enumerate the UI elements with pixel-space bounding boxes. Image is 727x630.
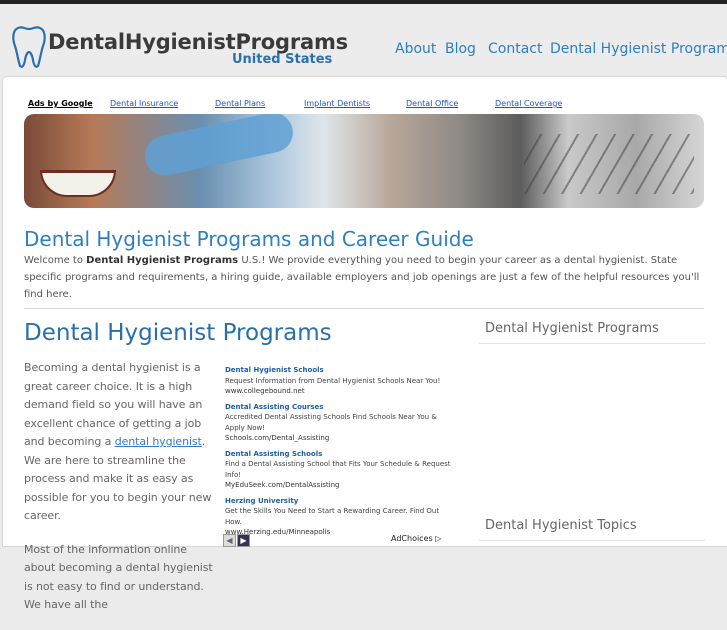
ad-url[interactable]: Schools.com/Dental_Assisting <box>225 433 455 444</box>
sidebar-divider <box>479 540 705 541</box>
logo-subtitle: United States <box>232 52 333 67</box>
smile-illustration <box>40 170 116 197</box>
ad-title[interactable]: Dental Assisting Schools <box>225 449 455 460</box>
section-heading: Dental Hygienist Programs <box>24 320 332 346</box>
sidebar-heading-topics: Dental Hygienist Topics <box>485 518 637 533</box>
ad-link-dental-plans[interactable]: Dental Plans <box>215 99 265 108</box>
site-header: DentalHygienistPrograms United States Ab… <box>0 4 727 76</box>
dental-chair-illustration <box>141 114 297 180</box>
divider <box>24 308 704 309</box>
adchoices-link[interactable]: AdChoices ▷ <box>391 534 441 543</box>
ad-unit[interactable]: Herzing University Get the Skills You Ne… <box>225 496 455 538</box>
article-body: Becoming a dental hygienist is a great c… <box>24 359 219 630</box>
ad-link-dental-office[interactable]: Dental Office <box>406 99 458 108</box>
ad-block: Dental Hygienist Schools Request Informa… <box>225 365 455 543</box>
ad-link-implant-dentists[interactable]: Implant Dentists <box>304 99 370 108</box>
ad-unit[interactable]: Dental Hygienist Schools Request Informa… <box>225 365 455 397</box>
header-banner-image <box>24 114 704 208</box>
brand-name: Dental Hygienist Programs <box>86 255 239 266</box>
ad-title[interactable]: Herzing University <box>225 496 455 507</box>
ad-description: Request Information from Dental Hygienis… <box>225 376 441 385</box>
ad-link-dental-coverage[interactable]: Dental Coverage <box>495 99 562 108</box>
chevron-right-icon[interactable]: ▶ <box>237 534 250 547</box>
dental-tools-illustration <box>524 134 694 194</box>
ad-description: Get the Skills You Need to Start a Rewar… <box>225 507 440 526</box>
dental-hygienist-link[interactable]: dental hygienist <box>115 435 202 448</box>
ad-url[interactable]: www.collegebound.net <box>225 386 455 397</box>
nav-about[interactable]: About <box>395 41 436 57</box>
ad-link-dental-insurance[interactable]: Dental Insurance <box>110 99 178 108</box>
ad-url[interactable]: MyEduSeek.com/DentalAssisting <box>225 480 455 491</box>
adchoices-icon: ▷ <box>435 534 442 543</box>
logo-title[interactable]: DentalHygienistPrograms <box>48 30 348 54</box>
article-paragraph-1: Becoming a dental hygienist is a great c… <box>24 361 212 522</box>
ad-controls: ◀ ▶ AdChoices ▷ <box>223 534 453 547</box>
ad-title[interactable]: Dental Assisting Courses <box>225 402 455 413</box>
chevron-left-icon[interactable]: ◀ <box>223 534 236 547</box>
ad-unit[interactable]: Dental Assisting Courses Accredited Dent… <box>225 402 455 444</box>
ad-title[interactable]: Dental Hygienist Schools <box>225 365 455 376</box>
article-paragraph-2: Most of the information online about bec… <box>24 542 213 612</box>
nav-contact[interactable]: Contact <box>488 41 542 57</box>
sidebar-heading-programs: Dental Hygienist Programs <box>485 321 659 336</box>
tooth-logo-icon[interactable] <box>12 24 46 72</box>
ad-description: Accredited Dental Assisting Schools Find… <box>225 413 437 432</box>
main-content: Ads by Google Dental Insurance Dental Pl… <box>2 76 727 611</box>
ad-description: Find a Dental Assisting School that Fits… <box>225 460 451 479</box>
nav-blog[interactable]: Blog <box>445 41 476 57</box>
nav-dental-hygienist-programs[interactable]: Dental Hygienist Programs <box>550 41 727 57</box>
intro-text: Welcome to Dental Hygienist Programs U.S… <box>24 255 700 300</box>
ad-unit[interactable]: Dental Assisting Schools Find a Dental A… <box>225 449 455 491</box>
page-title: Dental Hygienist Programs and Career Gui… <box>24 227 474 251</box>
sidebar-divider <box>479 343 705 344</box>
ads-by-google-label[interactable]: Ads by Google <box>28 99 93 108</box>
